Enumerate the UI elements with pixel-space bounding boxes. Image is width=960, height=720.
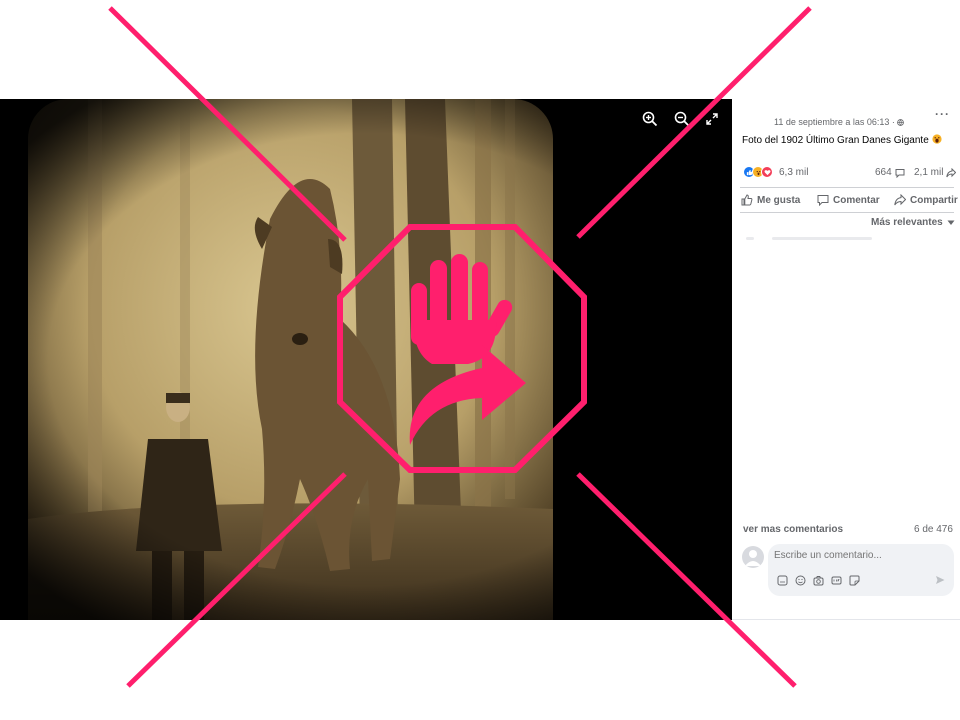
see-more-comments-link[interactable]: ver mas comentarios xyxy=(743,524,843,535)
comment-button[interactable]: Comentar xyxy=(817,194,880,206)
post-caption-text: Foto del 1902 Último Gran Danes Gigante xyxy=(742,135,929,146)
fullscreen-icon xyxy=(706,113,718,125)
smiley-icon xyxy=(795,575,805,585)
post-sidebar: 11 de septiembre a las 06:13 · ··· Foto … xyxy=(732,99,960,620)
like-button-label: Me gusta xyxy=(757,194,801,206)
more-options-button[interactable]: ··· xyxy=(935,107,950,121)
gif-icon xyxy=(831,576,841,584)
emoji-icon xyxy=(931,134,942,144)
comment-button-label: Comentar xyxy=(833,194,880,206)
camera-icon xyxy=(813,575,823,585)
thumbs-up-icon xyxy=(741,194,753,206)
divider xyxy=(740,187,954,188)
love-icon xyxy=(761,166,773,178)
emoji-button[interactable] xyxy=(794,574,806,586)
comment-bubble-icon xyxy=(895,168,905,178)
sticker-face-button[interactable] xyxy=(848,574,860,586)
photo-viewer xyxy=(0,99,732,620)
share-count-text: 2,1 mil xyxy=(914,167,944,178)
fact-check-image: 11 de septiembre a las 06:13 · ··· Foto … xyxy=(0,0,960,720)
share-button-label: Compartir xyxy=(910,194,958,206)
post-timestamp[interactable]: 11 de septiembre a las 06:13 · xyxy=(774,117,905,127)
comments-shown-count: 6 de 476 xyxy=(914,524,953,535)
send-icon xyxy=(936,576,945,584)
sticker-button[interactable] xyxy=(776,574,788,586)
comment-icon xyxy=(817,195,829,206)
comment-input[interactable] xyxy=(774,550,944,561)
zoom-out-icon xyxy=(674,111,690,127)
comment-count[interactable]: 664 xyxy=(875,167,905,178)
post-caption: Foto del 1902 Último Gran Danes Gigante xyxy=(742,134,942,146)
like-button[interactable]: Me gusta xyxy=(741,194,800,206)
globe-icon xyxy=(897,119,905,126)
reaction-count[interactable]: 6,3 mil xyxy=(779,167,808,178)
sticker-face-icon xyxy=(849,575,859,585)
comment-sort-label: Más relevantes xyxy=(871,217,943,228)
share-icon xyxy=(894,194,906,206)
sticker-icon xyxy=(777,575,787,585)
gif-button[interactable] xyxy=(830,574,842,586)
comment-count-text: 664 xyxy=(875,167,892,178)
loading-placeholder xyxy=(746,237,754,240)
reaction-icons[interactable] xyxy=(743,166,773,178)
loading-placeholder xyxy=(772,237,872,240)
photo-button[interactable] xyxy=(812,574,824,586)
divider xyxy=(740,212,954,213)
share-count[interactable]: 2,1 mil xyxy=(914,167,957,178)
zoom-in-icon xyxy=(642,111,658,127)
share-button[interactable]: Compartir xyxy=(894,194,958,206)
default-avatar-icon xyxy=(745,550,761,566)
caret-down-icon xyxy=(947,220,955,225)
zoom-out-button[interactable] xyxy=(670,107,694,131)
fullscreen-button[interactable] xyxy=(700,107,724,131)
send-button[interactable] xyxy=(934,574,946,586)
post-timestamp-text: 11 de septiembre a las 06:13 · xyxy=(774,117,898,127)
zoom-in-button[interactable] xyxy=(638,107,662,131)
avatar[interactable] xyxy=(742,546,764,568)
comment-composer[interactable] xyxy=(768,544,954,596)
share-arrow-icon xyxy=(946,167,957,177)
sepia-photo-man-and-giant-dog xyxy=(0,99,732,620)
comment-sort-dropdown[interactable]: Más relevantes xyxy=(871,217,955,228)
